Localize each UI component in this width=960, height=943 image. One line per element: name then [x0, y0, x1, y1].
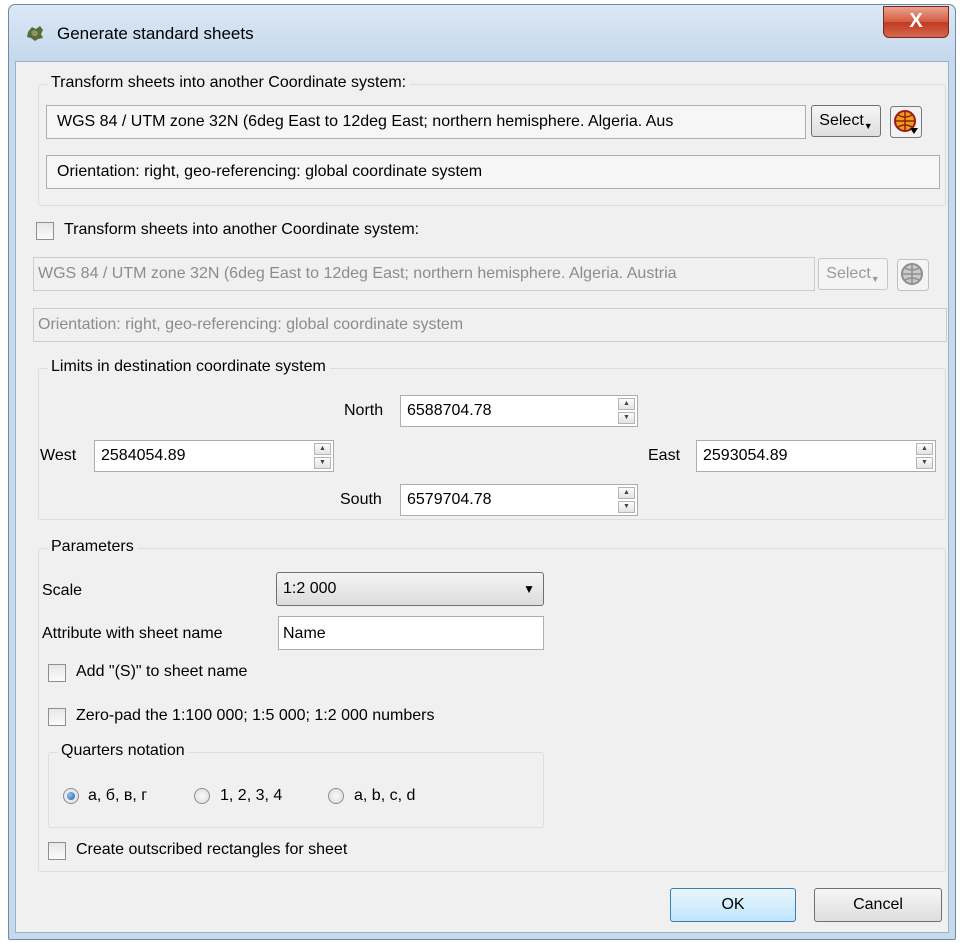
dialog-window: Generate standard sheets X Transform she… — [8, 4, 956, 940]
north-label: North — [344, 402, 384, 419]
globe-icon-disabled[interactable] — [897, 259, 929, 291]
quarter-option-label: а, б, в, г — [88, 787, 148, 804]
east-spinbox[interactable]: 2593054.89 ▲ ▼ — [696, 440, 936, 472]
quarters-group-title: Quarters notation — [57, 742, 189, 760]
quarter-option-cyrillic[interactable] — [63, 788, 79, 804]
quarter-option-latin[interactable] — [328, 788, 344, 804]
chevron-down-icon: ▼ — [523, 582, 535, 596]
source-crs-field: WGS 84 / UTM zone 32N (6deg East to 12de… — [46, 105, 806, 139]
south-value: 6579704.78 — [407, 491, 492, 508]
dest-select-label: Select — [826, 265, 871, 282]
north-spinbox[interactable]: 6588704.78 ▲ ▼ — [400, 395, 638, 427]
cancel-label: Cancel — [853, 896, 903, 913]
scale-value: 1:2 000 — [283, 580, 337, 597]
spin-up-icon[interactable]: ▲ — [618, 487, 635, 499]
zero-pad-label: Zero-pad the 1:100 000; 1:5 000; 1:2 000… — [76, 707, 435, 724]
quarter-option-label: 1, 2, 3, 4 — [220, 787, 283, 804]
close-button[interactable]: X — [883, 6, 949, 38]
east-label: East — [648, 447, 681, 464]
add-s-checkbox[interactable] — [48, 664, 66, 682]
sheet-name-attribute-input[interactable]: Name — [278, 616, 544, 650]
spin-up-icon[interactable]: ▲ — [618, 398, 635, 410]
dropdown-arrow-icon: ▼ — [870, 274, 880, 284]
west-label: West — [40, 447, 77, 464]
quarter-option-numeric[interactable] — [194, 788, 210, 804]
ok-label: OK — [721, 896, 745, 913]
spin-up-icon[interactable]: ▲ — [314, 443, 331, 455]
outscribed-checkbox[interactable] — [48, 842, 66, 860]
scale-dropdown[interactable]: 1:2 000 ▼ — [276, 572, 544, 606]
zero-pad-checkbox[interactable] — [48, 708, 66, 726]
scale-label: Scale — [42, 582, 83, 599]
attribute-value: Name — [283, 625, 326, 642]
source-select-label: Select — [819, 112, 864, 129]
title-bar[interactable]: Generate standard sheets X — [9, 5, 955, 61]
west-value: 2584054.89 — [101, 447, 186, 464]
transform-checkbox[interactable] — [36, 222, 54, 240]
spin-down-icon[interactable]: ▼ — [618, 412, 635, 424]
spin-down-icon[interactable]: ▼ — [314, 457, 331, 469]
quarter-option-label: a, b, c, d — [354, 787, 416, 804]
spin-down-icon[interactable]: ▼ — [618, 501, 635, 513]
window-title: Generate standard sheets — [57, 24, 254, 43]
app-icon — [27, 26, 43, 41]
south-label: South — [340, 491, 382, 508]
dropdown-arrow-icon: ▼ — [863, 121, 873, 131]
source-crs-group: Transform sheets into another Coordinate… — [38, 74, 946, 206]
north-value: 6588704.78 — [407, 402, 492, 419]
cancel-button[interactable]: Cancel — [814, 888, 942, 922]
source-crs-group-title: Transform sheets into another Coordinate… — [47, 74, 411, 92]
spin-up-icon[interactable]: ▲ — [916, 443, 933, 455]
east-value: 2593054.89 — [703, 447, 788, 464]
transform-checkbox-label: Transform sheets into another Coordinate… — [64, 221, 420, 238]
dest-select-button[interactable]: Select▼ — [818, 258, 888, 290]
parameters-group-title: Parameters — [47, 538, 138, 556]
add-s-label: Add "(S)" to sheet name — [76, 663, 248, 680]
dest-crs-field: WGS 84 / UTM zone 32N (6deg East to 12de… — [33, 257, 815, 291]
outscribed-label: Create outscribed rectangles for sheet — [76, 841, 348, 858]
globe-icon[interactable] — [890, 106, 922, 138]
source-select-button[interactable]: Select▼ — [811, 105, 881, 137]
spin-down-icon[interactable]: ▼ — [916, 457, 933, 469]
dialog-content: Transform sheets into another Coordinate… — [15, 61, 949, 933]
limits-group-title: Limits in destination coordinate system — [47, 358, 330, 376]
west-spinbox[interactable]: 2584054.89 ▲ ▼ — [94, 440, 334, 472]
dest-orientation-field: Orientation: right, geo-referencing: glo… — [33, 308, 947, 342]
attribute-label: Attribute with sheet name — [42, 625, 223, 642]
source-orientation-field: Orientation: right, geo-referencing: glo… — [46, 155, 940, 189]
south-spinbox[interactable]: 6579704.78 ▲ ▼ — [400, 484, 638, 516]
ok-button[interactable]: OK — [670, 888, 796, 922]
close-icon: X — [909, 10, 923, 32]
